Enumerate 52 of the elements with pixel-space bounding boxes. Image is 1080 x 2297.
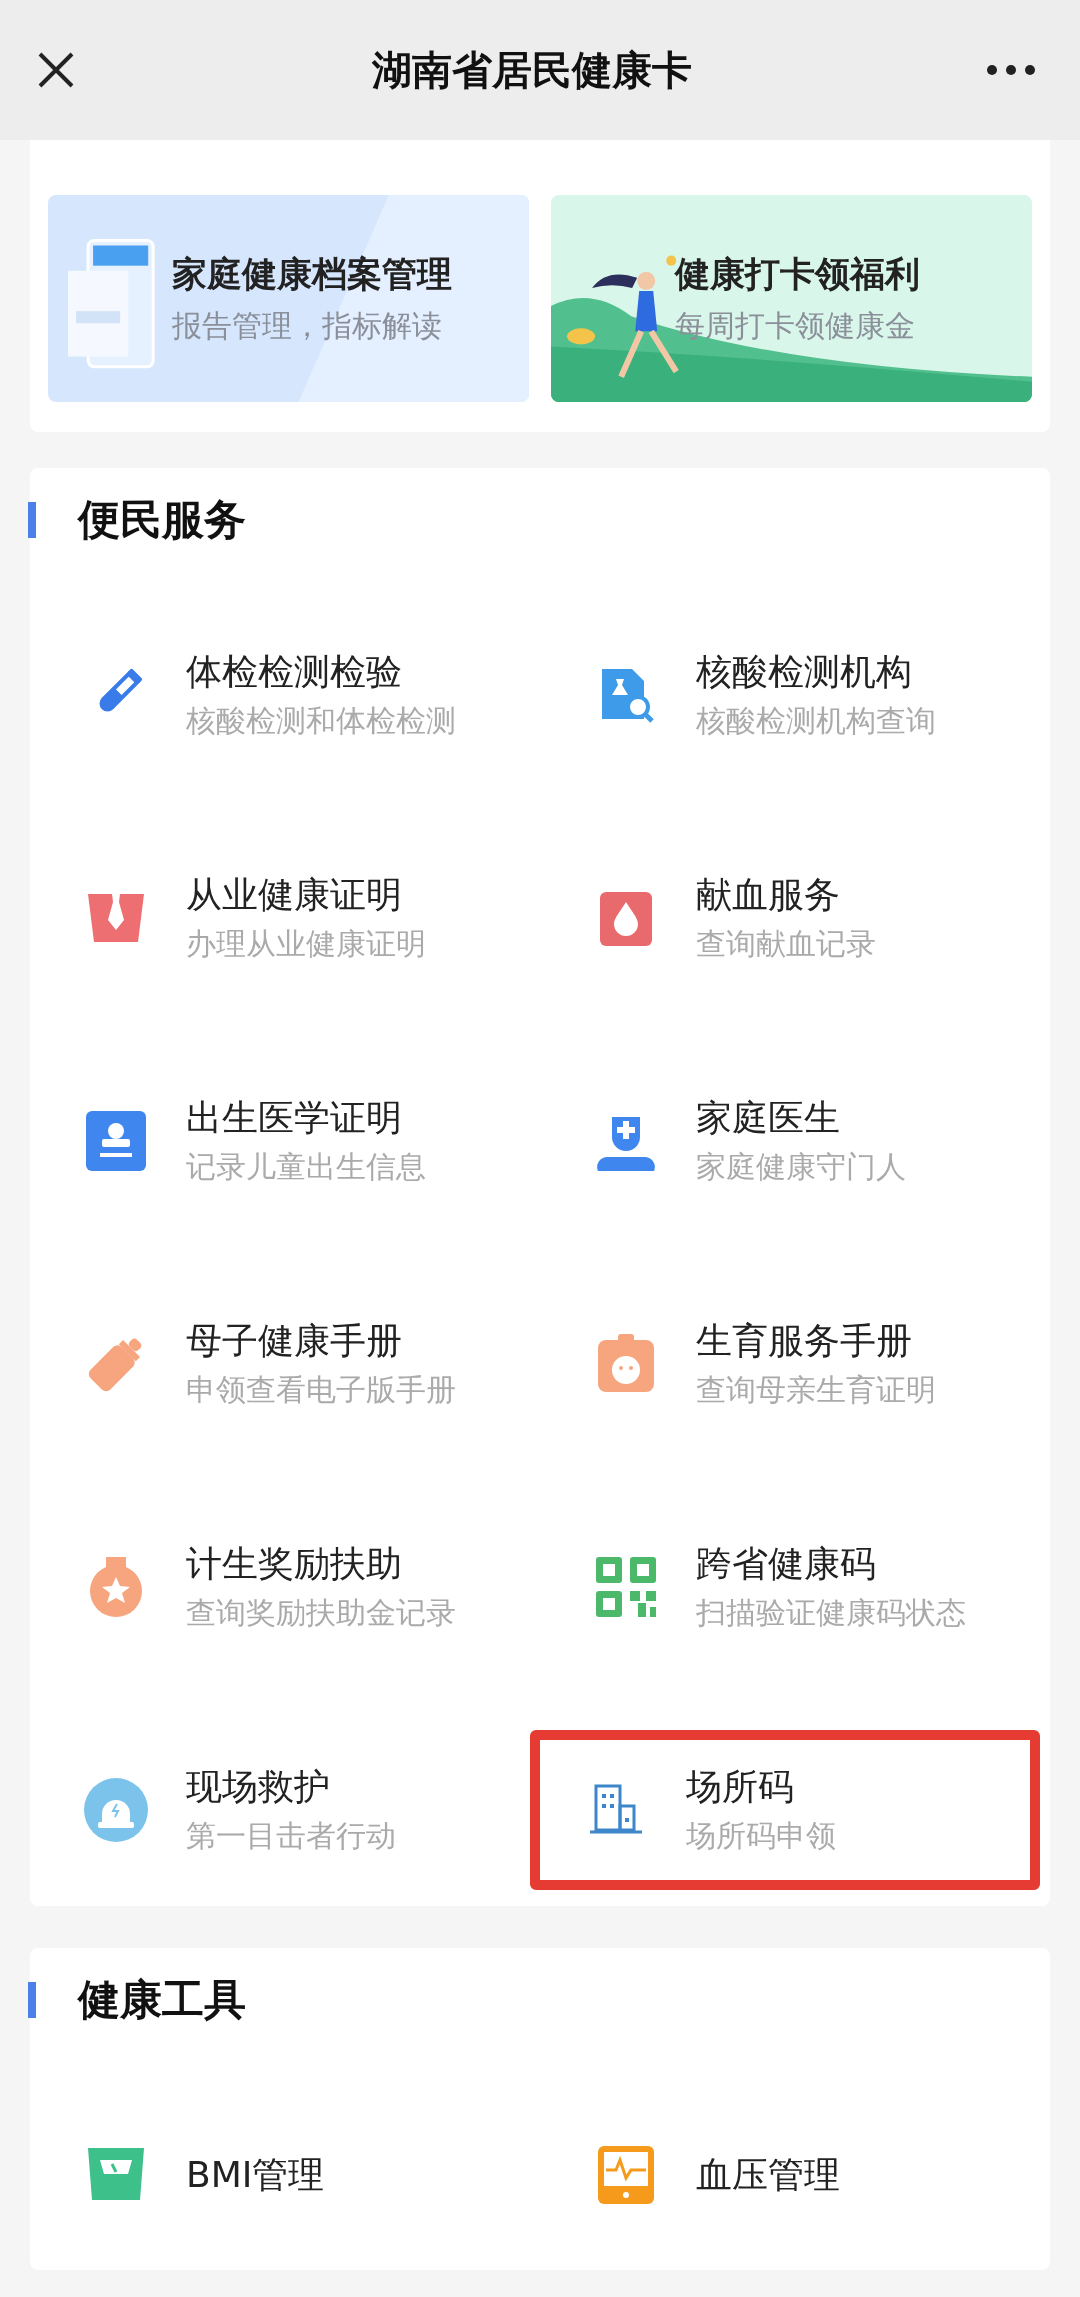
service-item[interactable]: 出生医学证明 记录儿童出生信息	[30, 1060, 540, 1221]
service-subtitle: 办理从业健康证明	[186, 925, 426, 963]
service-title: BMI管理	[186, 2152, 325, 2197]
service-subtitle: 扫描验证健康码状态	[696, 1594, 966, 1632]
service-title: 现场救护	[186, 1765, 331, 1810]
service-item[interactable]: 献血服务 查询献血记录	[540, 837, 1040, 998]
card-subtitle: 报告管理，指标解读	[172, 306, 443, 345]
service-subtitle: 第一目击者行动	[186, 1817, 396, 1855]
card-title: 健康打卡领福利	[675, 253, 921, 296]
service-item[interactable]: 计生奖励扶助 查询奖励扶助金记录	[30, 1506, 540, 1667]
window-title: 湖南省居民健康卡	[371, 46, 693, 95]
service-subtitle: 查询奖励扶助金记录	[186, 1594, 456, 1632]
service-item[interactable]: 体检检测检验 核酸检测和体检检测	[30, 614, 540, 775]
service-subtitle: 申领查看电子版手册	[186, 1371, 456, 1409]
service-item[interactable]: 母子健康手册 申领查看电子版手册	[30, 1283, 540, 1444]
promo-card[interactable]: 家庭健康档案管理 报告管理，指标解读	[48, 195, 529, 402]
promo-card[interactable]: 健康打卡领福利 每周打卡领健康金	[551, 195, 1032, 402]
service-subtitle: 核酸检测机构查询	[696, 702, 936, 740]
section-title: 健康工具	[78, 1973, 246, 2026]
service-title: 跨省健康码	[696, 1542, 877, 1587]
section-marker	[28, 1981, 36, 2018]
service-subtitle: 场所码申领	[686, 1817, 836, 1855]
service-item[interactable]: 跨省健康码 扫描验证健康码状态	[540, 1506, 1040, 1667]
service-subtitle: 记录儿童出生信息	[186, 1148, 426, 1186]
service-title: 生育服务手册	[696, 1319, 913, 1364]
service-title: 计生奖励扶助	[186, 1542, 403, 1587]
service-title: 献血服务	[696, 873, 841, 918]
service-item[interactable]: 场所码 场所码申领	[530, 1729, 1040, 1890]
alarm-light-icon	[82, 1775, 150, 1844]
service-title: 母子健康手册	[186, 1319, 403, 1364]
service-title: 场所码	[686, 1765, 795, 1810]
service-title: 血压管理	[696, 2152, 840, 2197]
card-subtitle: 每周打卡领健康金	[675, 306, 916, 345]
service-title: 出生医学证明	[186, 1096, 403, 1141]
service-item[interactable]: BMI管理	[30, 2094, 540, 2254]
service-item[interactable]: 核酸检测机构 核酸检测机构查询	[540, 614, 1040, 775]
service-item[interactable]: 生育服务手册 查询母亲生育证明	[540, 1283, 1040, 1444]
service-subtitle: 查询献血记录	[696, 925, 876, 963]
section-marker	[28, 502, 36, 539]
section-title: 便民服务	[78, 494, 246, 546]
more-icon	[986, 64, 1036, 76]
service-title: 核酸检测机构	[696, 650, 913, 695]
service-title: 从业健康证明	[186, 873, 403, 918]
service-subtitle: 家庭健康守门人	[696, 1148, 906, 1186]
service-subtitle: 核酸检测和体检检测	[186, 702, 456, 740]
service-subtitle: 查询母亲生育证明	[696, 1371, 936, 1409]
service-item[interactable]: 从业健康证明 办理从业健康证明	[30, 837, 540, 998]
service-item[interactable]: 家庭医生 家庭健康守门人	[540, 1060, 1040, 1221]
service-item[interactable]: 血压管理	[540, 2094, 1040, 2254]
card-title: 家庭健康档案管理	[172, 253, 453, 296]
service-title: 体检检测检验	[186, 650, 403, 695]
service-title: 家庭医生	[696, 1096, 841, 1141]
